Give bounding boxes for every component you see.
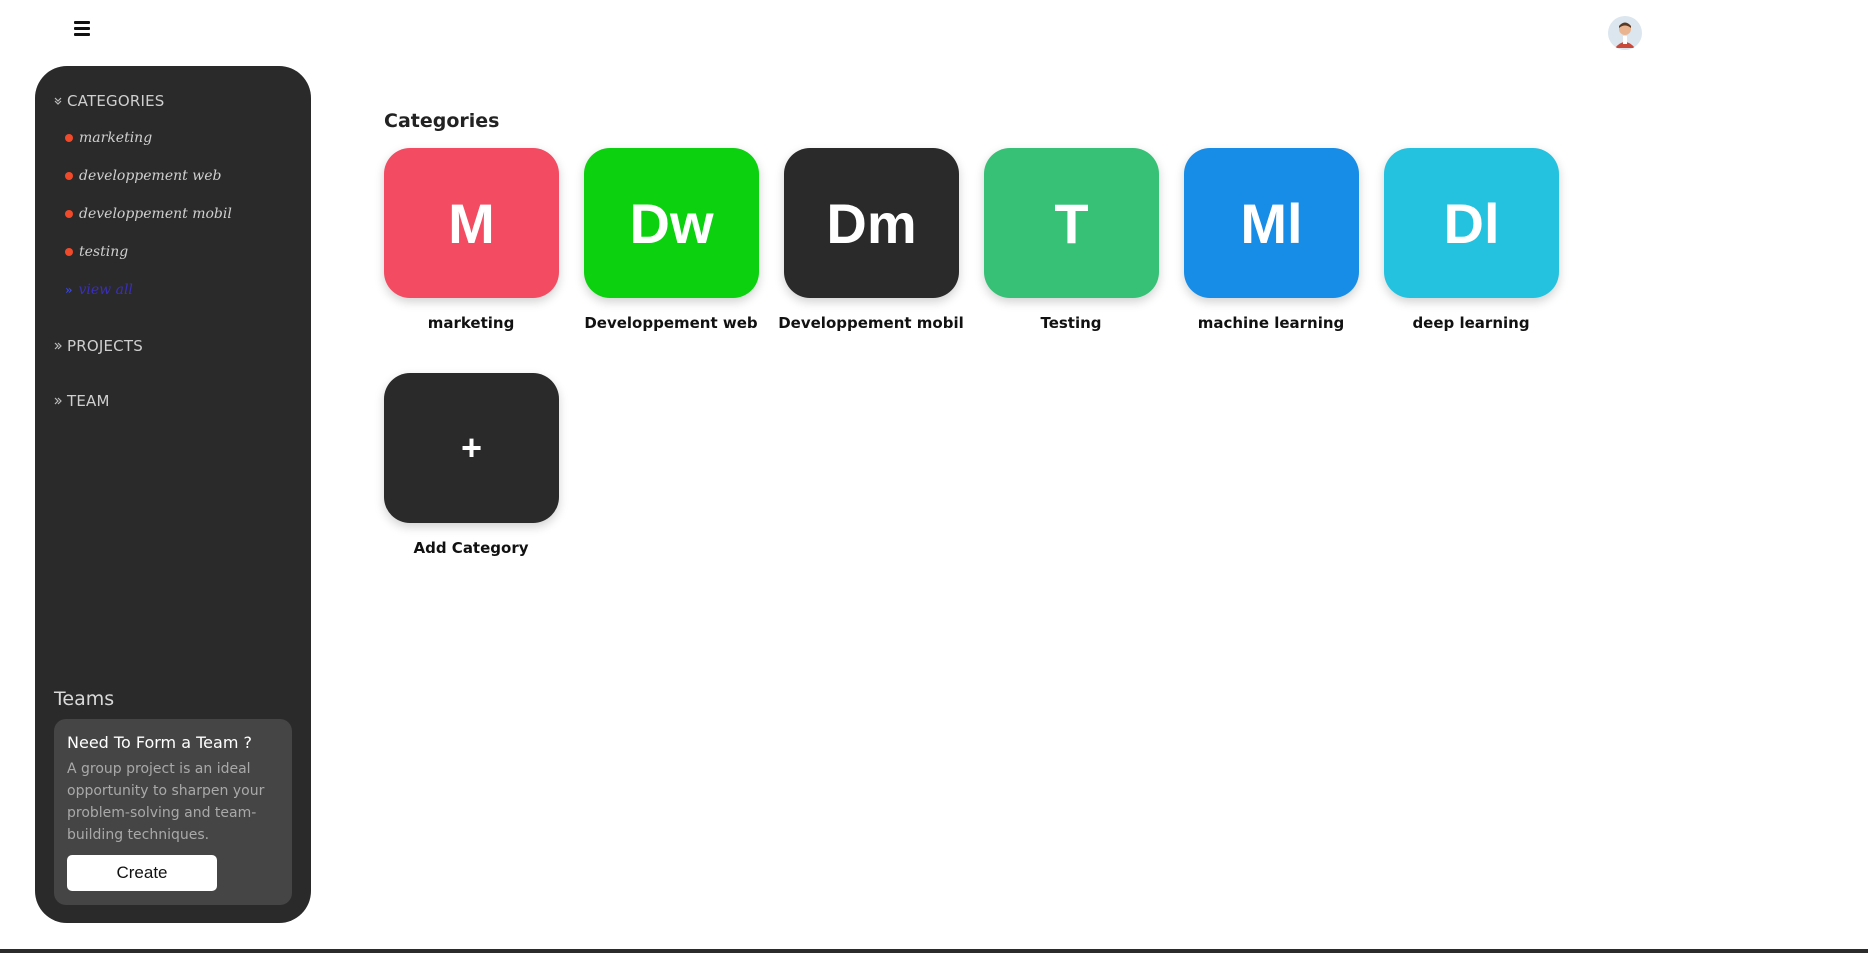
bottom-scrollbar bbox=[0, 949, 1868, 953]
bullet-dot-icon bbox=[65, 248, 73, 256]
category-name: deep learning bbox=[1412, 314, 1530, 332]
user-avatar[interactable] bbox=[1608, 16, 1642, 50]
form-team-card-title: Need To Form a Team ? bbox=[67, 733, 252, 752]
view-all-label: view all bbox=[78, 282, 133, 298]
categories-section-toggle[interactable]: CATEGORIES bbox=[53, 92, 165, 110]
teams-heading: Teams bbox=[54, 688, 115, 710]
sidebar-item-developpement-mobil[interactable]: developpement mobil bbox=[65, 206, 232, 222]
bullet-dot-icon bbox=[65, 210, 73, 218]
sidebar-item-testing[interactable]: testing bbox=[65, 244, 128, 260]
category-name: Developpement mobil bbox=[778, 314, 964, 332]
category-name: marketing bbox=[427, 314, 515, 332]
category-abbr: Dw bbox=[629, 191, 714, 255]
form-team-card-text: A group project is an ideal opportunity … bbox=[67, 761, 265, 843]
sidebar-view-all-link[interactable]: » view all bbox=[65, 282, 133, 298]
add-category-button[interactable]: + bbox=[384, 373, 559, 523]
category-abbr: T bbox=[1054, 191, 1089, 255]
hamburger-menu-icon[interactable] bbox=[74, 21, 90, 39]
sidebar-item-label: marketing bbox=[79, 130, 153, 146]
sidebar-item-marketing[interactable]: marketing bbox=[65, 130, 152, 146]
category-name: machine learning bbox=[1197, 314, 1345, 332]
category-abbr: Ml bbox=[1240, 191, 1303, 255]
create-team-button[interactable]: Create bbox=[67, 855, 217, 891]
categories-section-label: CATEGORIES bbox=[67, 92, 165, 110]
projects-section-label: PROJECTS bbox=[67, 337, 143, 355]
chevron-double-right-icon: » bbox=[65, 283, 73, 297]
chevron-double-right-icon bbox=[53, 396, 63, 406]
avatar-image bbox=[1608, 16, 1642, 50]
team-section-label: TEAM bbox=[67, 392, 110, 410]
sidebar-item-developpement-web[interactable]: developpement web bbox=[65, 168, 221, 184]
category-name: Developpement web bbox=[584, 314, 758, 332]
team-section-toggle[interactable]: TEAM bbox=[53, 392, 110, 410]
category-abbr: M bbox=[448, 191, 495, 255]
add-category-label: Add Category bbox=[413, 539, 529, 557]
sidebar: CATEGORIES marketing developpement web d… bbox=[35, 66, 311, 923]
category-tile-machine-learning[interactable]: Ml bbox=[1184, 148, 1359, 298]
category-tile-developpement-mobil[interactable]: Dm bbox=[784, 148, 959, 298]
page-title: Categories bbox=[384, 110, 500, 132]
category-tile-deep-learning[interactable]: Dl bbox=[1384, 148, 1559, 298]
category-tile-testing[interactable]: T bbox=[984, 148, 1159, 298]
category-tile-marketing[interactable]: M bbox=[384, 148, 559, 298]
chevron-double-down-icon bbox=[53, 96, 63, 106]
category-abbr: Dm bbox=[826, 191, 917, 255]
plus-icon: + bbox=[460, 427, 483, 468]
bullet-dot-icon bbox=[65, 172, 73, 180]
sidebar-item-label: developpement web bbox=[79, 168, 222, 184]
chevron-double-right-icon bbox=[53, 341, 63, 351]
projects-section-toggle[interactable]: PROJECTS bbox=[53, 337, 143, 355]
category-tile-developpement-web[interactable]: Dw bbox=[584, 148, 759, 298]
bullet-dot-icon bbox=[65, 134, 73, 142]
form-team-card: Need To Form a Team ? A group project is… bbox=[54, 719, 292, 905]
sidebar-item-label: developpement mobil bbox=[79, 206, 232, 222]
category-name: Testing bbox=[1040, 314, 1102, 332]
category-abbr: Dl bbox=[1443, 191, 1500, 255]
sidebar-item-label: testing bbox=[79, 244, 129, 260]
